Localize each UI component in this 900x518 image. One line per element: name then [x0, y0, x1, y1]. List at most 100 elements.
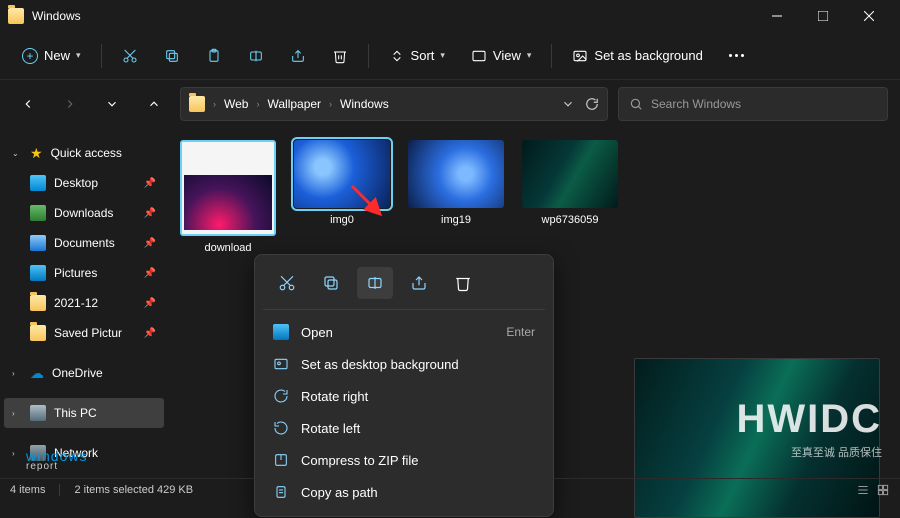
up-button[interactable]	[138, 88, 170, 120]
share-icon	[410, 274, 428, 292]
status-count: 4 items	[10, 484, 45, 496]
delete-button[interactable]	[322, 39, 358, 73]
sidebar-item-pictures[interactable]: Pictures📌	[4, 258, 164, 288]
close-button[interactable]	[846, 0, 892, 32]
divider	[59, 484, 60, 496]
chevron-down-icon: ⌄	[12, 149, 22, 158]
cut-icon	[278, 274, 296, 292]
set-background-button[interactable]: Set as background	[562, 39, 712, 73]
sidebar-item-desktop[interactable]: Desktop📌	[4, 168, 164, 198]
view-icon	[471, 48, 487, 64]
forward-button[interactable]	[54, 88, 86, 120]
windows-report-logo: wındowsreport	[26, 448, 87, 472]
copy-icon	[322, 274, 340, 292]
chevron-down-icon[interactable]	[561, 97, 575, 111]
search-input[interactable]: Search Windows	[618, 87, 888, 121]
sidebar-item-downloads[interactable]: Downloads📌	[4, 198, 164, 228]
folder-icon	[30, 325, 46, 341]
paste-button[interactable]	[196, 39, 232, 73]
breadcrumb-item[interactable]: Web	[224, 97, 248, 111]
grid-view-icon[interactable]	[876, 483, 890, 497]
history-chevron[interactable]	[96, 88, 128, 120]
ctx-set-desktop-bg[interactable]: Set as desktop background	[263, 348, 545, 380]
sidebar-item-thispc[interactable]: ›This PC	[4, 398, 164, 428]
ctx-rotate-left[interactable]: Rotate left	[263, 412, 545, 444]
ctx-compress-zip[interactable]: Compress to ZIP file	[263, 444, 545, 476]
ctx-copy-button[interactable]	[313, 267, 349, 299]
ctx-share-button[interactable]	[401, 267, 437, 299]
pc-icon	[30, 405, 46, 421]
ctx-delete-button[interactable]	[445, 267, 481, 299]
details-view-icon[interactable]	[856, 483, 870, 497]
thumbnail-row: download img0 img19 wp6736059	[180, 140, 888, 254]
view-label: View	[493, 48, 521, 63]
trash-icon	[454, 274, 472, 292]
chevron-down-icon: ▾	[440, 50, 445, 61]
minimize-button[interactable]	[754, 0, 800, 32]
more-icon	[729, 54, 744, 57]
navigation-row: › Web › Wallpaper › Windows Search Windo…	[0, 80, 900, 128]
divider	[551, 44, 552, 68]
file-thumb[interactable]: wp6736059	[522, 140, 618, 254]
chevron-right-icon: ›	[12, 449, 22, 458]
chevron-right-icon: ›	[213, 99, 216, 109]
rename-icon	[248, 48, 264, 64]
ctx-open[interactable]: OpenEnter	[263, 316, 545, 348]
breadcrumb[interactable]: › Web › Wallpaper › Windows	[180, 87, 608, 121]
breadcrumb-item[interactable]: Wallpaper	[267, 97, 321, 111]
cut-icon	[122, 48, 138, 64]
sidebar-item-folder[interactable]: Saved Pictur📌	[4, 318, 164, 348]
pin-icon: 📌	[144, 298, 156, 309]
copy-button[interactable]	[154, 39, 190, 73]
watermark: HWIDC 至真至诚 品质保住	[736, 397, 882, 460]
sort-icon	[389, 48, 405, 64]
pin-icon: 📌	[144, 328, 156, 339]
pin-icon: 📌	[144, 208, 156, 219]
share-icon	[290, 48, 306, 64]
cloud-icon: ☁	[30, 365, 44, 382]
new-button[interactable]: + New ▾	[12, 39, 91, 73]
sidebar-item-onedrive[interactable]: ›☁OneDrive	[4, 358, 164, 388]
chevron-right-icon: ›	[12, 409, 22, 418]
cut-button[interactable]	[112, 39, 148, 73]
new-label: New	[44, 48, 70, 63]
sort-label: Sort	[411, 48, 435, 63]
folder-icon	[189, 96, 205, 112]
ctx-cut-button[interactable]	[269, 267, 305, 299]
search-placeholder: Search Windows	[651, 97, 741, 111]
rename-button[interactable]	[238, 39, 274, 73]
back-button[interactable]	[12, 88, 44, 120]
toolbar: + New ▾ Sort ▾ View ▾ Set as background	[0, 32, 900, 80]
search-icon	[629, 97, 643, 111]
pin-icon: 📌	[144, 178, 156, 189]
set-bg-icon	[273, 356, 289, 372]
breadcrumb-item[interactable]: Windows	[340, 97, 389, 111]
set-bg-icon	[572, 48, 588, 64]
folder-icon	[8, 8, 24, 24]
window-buttons	[754, 0, 892, 32]
more-button[interactable]	[719, 39, 754, 73]
window-title: Windows	[32, 9, 81, 23]
refresh-icon[interactable]	[585, 97, 599, 111]
ctx-rename-button[interactable]	[357, 267, 393, 299]
sort-button[interactable]: Sort ▾	[379, 39, 455, 73]
ctx-rotate-right[interactable]: Rotate right	[263, 380, 545, 412]
rename-icon	[366, 274, 384, 292]
divider	[101, 44, 102, 68]
downloads-icon	[30, 205, 46, 221]
file-thumb[interactable]: download	[180, 140, 276, 254]
picture-icon	[273, 324, 289, 340]
chevron-down-icon: ▾	[527, 50, 532, 61]
sidebar-item-documents[interactable]: Documents📌	[4, 228, 164, 258]
copy-icon	[164, 48, 180, 64]
set-bg-label: Set as background	[594, 48, 702, 63]
chevron-right-icon: ›	[12, 369, 22, 378]
file-thumb[interactable]: img19	[408, 140, 504, 254]
quick-access[interactable]: ⌄ ★ Quick access	[4, 138, 164, 168]
share-button[interactable]	[280, 39, 316, 73]
chevron-down-icon: ▾	[76, 50, 81, 61]
desktop-icon	[30, 175, 46, 191]
sidebar-item-folder[interactable]: 2021-12📌	[4, 288, 164, 318]
maximize-button[interactable]	[800, 0, 846, 32]
view-button[interactable]: View ▾	[461, 39, 541, 73]
